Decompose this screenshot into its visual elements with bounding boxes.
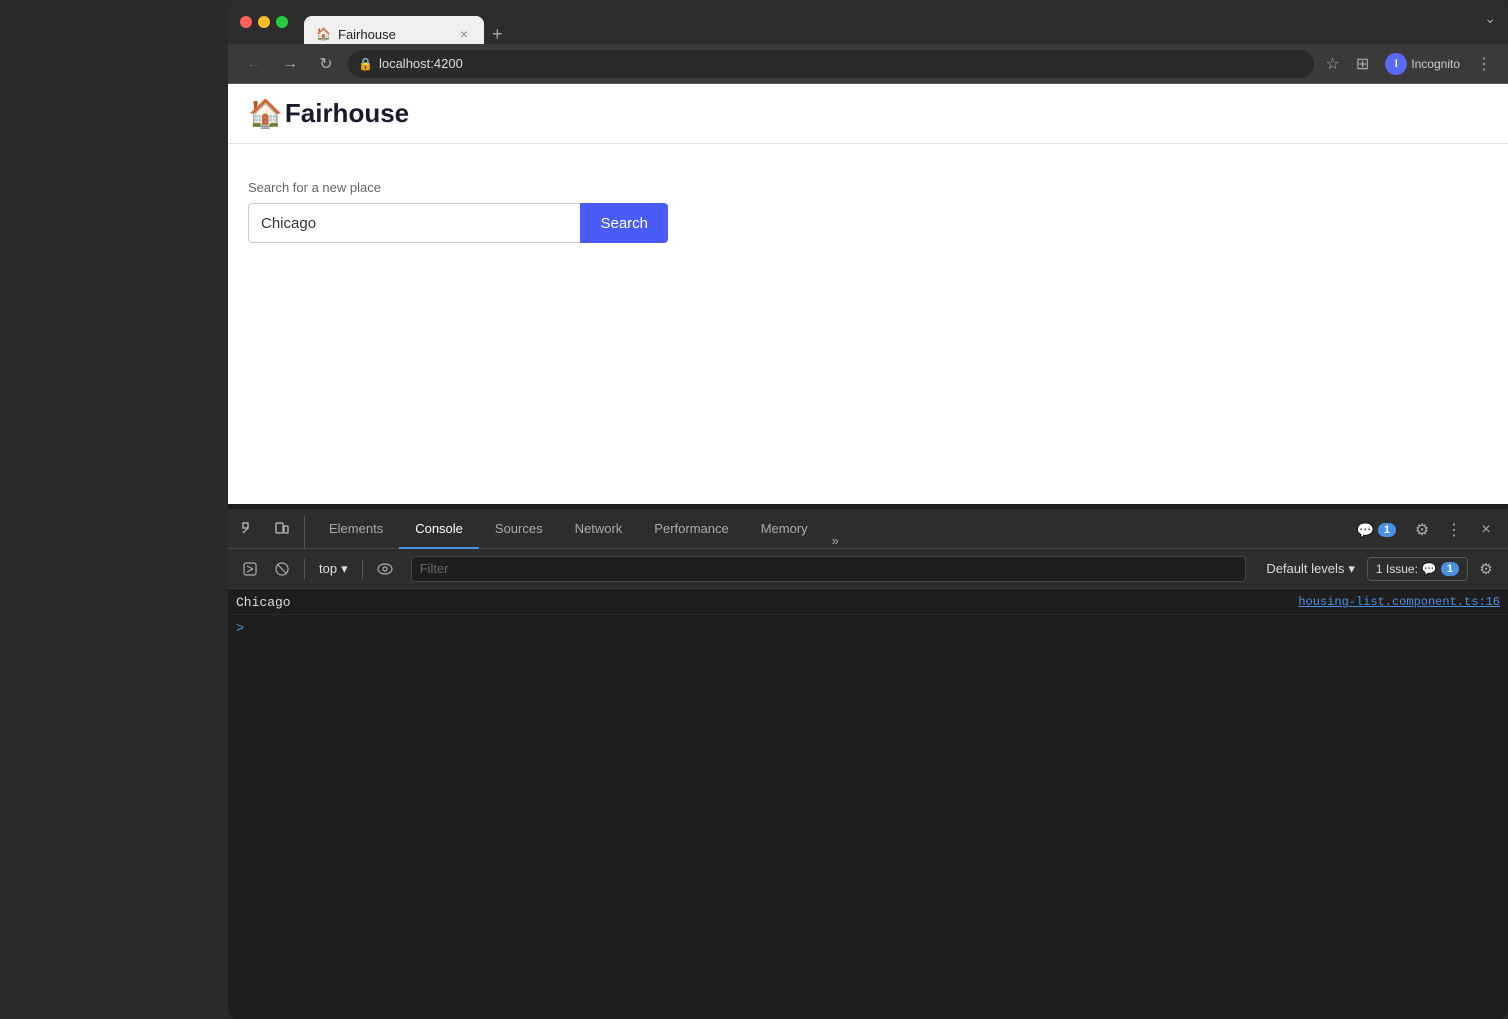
search-row: Search: [248, 203, 668, 243]
toolbar-settings-button[interactable]: ⚙: [1472, 555, 1500, 583]
devtools-settings-button[interactable]: ⚙: [1408, 516, 1436, 544]
console-value: Chicago: [236, 595, 1278, 610]
devtools-close-button[interactable]: ×: [1472, 516, 1500, 544]
devtools-tab-network[interactable]: Network: [559, 510, 639, 549]
chevron-down-icon[interactable]: ⌄: [1484, 10, 1496, 27]
context-label: top: [319, 561, 337, 576]
devtools-tab-elements[interactable]: Elements: [313, 510, 399, 549]
tab-close-button[interactable]: ×: [456, 26, 472, 42]
title-bar: 🏠 Fairhouse × + ⌄: [228, 0, 1508, 44]
devtools-tabs: Elements Console Sources Network Perform…: [228, 509, 1508, 549]
devtools-tab-console[interactable]: Console: [399, 510, 479, 549]
levels-label: Default levels: [1266, 561, 1344, 576]
profile-label: Incognito: [1411, 57, 1460, 71]
issues-badge-icon: 💬: [1422, 562, 1437, 576]
brand-icon: 🏠: [248, 97, 283, 130]
search-button[interactable]: Search: [580, 203, 668, 243]
layout-button[interactable]: ⊞: [1352, 50, 1373, 78]
toolbar-separator: [304, 559, 305, 579]
bookmark-button[interactable]: ☆: [1322, 50, 1344, 78]
title-bar-actions: ⌄: [1484, 10, 1496, 27]
context-select[interactable]: top ▾: [313, 557, 354, 581]
console-source-link[interactable]: housing-list.component.ts:16: [1278, 595, 1500, 609]
devtools-tab-performance[interactable]: Performance: [638, 510, 744, 549]
devtools-more-tabs[interactable]: »: [824, 533, 847, 548]
tab-favicon-icon: 🏠: [316, 27, 330, 41]
execute-script-button[interactable]: [236, 555, 264, 583]
address-url: localhost:4200: [379, 56, 1304, 71]
lock-icon: 🔒: [358, 57, 373, 71]
new-tab-button[interactable]: +: [484, 16, 511, 44]
issues-badge-count: 1: [1441, 562, 1459, 576]
brand: 🏠 Fairhouse: [248, 97, 409, 130]
filter-input[interactable]: [411, 556, 1247, 582]
devtools-tab-sources[interactable]: Sources: [479, 510, 559, 549]
console-entry: Chicago housing-list.component.ts:16: [228, 593, 1508, 615]
default-levels-button[interactable]: Default levels ▾: [1258, 557, 1363, 581]
toolbar-left: top ▾: [236, 555, 399, 583]
tab-title: Fairhouse: [338, 27, 448, 42]
devtools-panel: Elements Console Sources Network Perform…: [228, 509, 1508, 1019]
page-content: 🏠 Fairhouse Search for a new place Searc…: [228, 84, 1508, 504]
context-arrow-icon: ▾: [341, 561, 348, 577]
address-bar-right: ☆ ⊞ I Incognito ⋮: [1322, 49, 1496, 79]
issues-button[interactable]: 1 Issue: 💬 1: [1367, 557, 1468, 581]
eye-button[interactable]: [371, 555, 399, 583]
issues-label: 1 Issue:: [1376, 562, 1418, 576]
devtools-inspect-button[interactable]: [236, 516, 264, 544]
search-section: Search for a new place Search: [228, 144, 1508, 263]
forward-button[interactable]: →: [276, 50, 304, 78]
minimize-window-button[interactable]: [258, 16, 270, 28]
refresh-button[interactable]: ↻: [312, 50, 340, 78]
browser-more-button[interactable]: ⋮: [1472, 50, 1496, 78]
close-window-button[interactable]: [240, 16, 252, 28]
address-bar: ← → ↻ 🔒 localhost:4200 ☆ ⊞ I Incognito ⋮: [228, 44, 1508, 84]
search-label: Search for a new place: [248, 180, 1488, 195]
search-input[interactable]: [248, 203, 580, 243]
devtools-icons-left: [236, 516, 305, 548]
address-input-wrapper[interactable]: 🔒 localhost:4200: [348, 50, 1314, 78]
tab-bar: 🏠 Fairhouse × +: [304, 0, 1476, 44]
console-prompt[interactable]: >: [228, 615, 1508, 639]
devtools-tabs-right: 💬 1 ⚙ ⋮ ×: [1348, 516, 1500, 548]
maximize-window-button[interactable]: [276, 16, 288, 28]
prompt-arrow-icon: >: [236, 619, 244, 635]
browser-window: 🏠 Fairhouse × + ⌄ ← → ↻ 🔒 localhost:4200…: [228, 0, 1508, 1019]
console-content: Chicago housing-list.component.ts:16 >: [228, 589, 1508, 1019]
browser-tab-active[interactable]: 🏠 Fairhouse ×: [304, 16, 484, 44]
brand-name: Fairhouse: [285, 98, 409, 129]
profile-area[interactable]: I Incognito: [1381, 49, 1464, 79]
badge-count: 1: [1378, 523, 1396, 537]
profile-icon: I: [1385, 53, 1407, 75]
app-header: 🏠 Fairhouse: [228, 84, 1508, 144]
clear-console-button[interactable]: [268, 555, 296, 583]
levels-arrow-icon: ▾: [1348, 561, 1355, 577]
toolbar-separator2: [362, 559, 363, 579]
devtools-more-button[interactable]: ⋮: [1440, 516, 1468, 544]
back-button[interactable]: ←: [240, 50, 268, 78]
traffic-lights: [240, 16, 288, 28]
devtools-tab-memory[interactable]: Memory: [745, 510, 824, 549]
devtools-toolbar: top ▾ Default levels ▾ 1 Issue: 💬: [228, 549, 1508, 589]
devtools-badge-button[interactable]: 💬 1: [1348, 518, 1404, 543]
devtools-device-button[interactable]: [268, 516, 296, 544]
badge-chat-icon: 💬: [1356, 522, 1373, 539]
